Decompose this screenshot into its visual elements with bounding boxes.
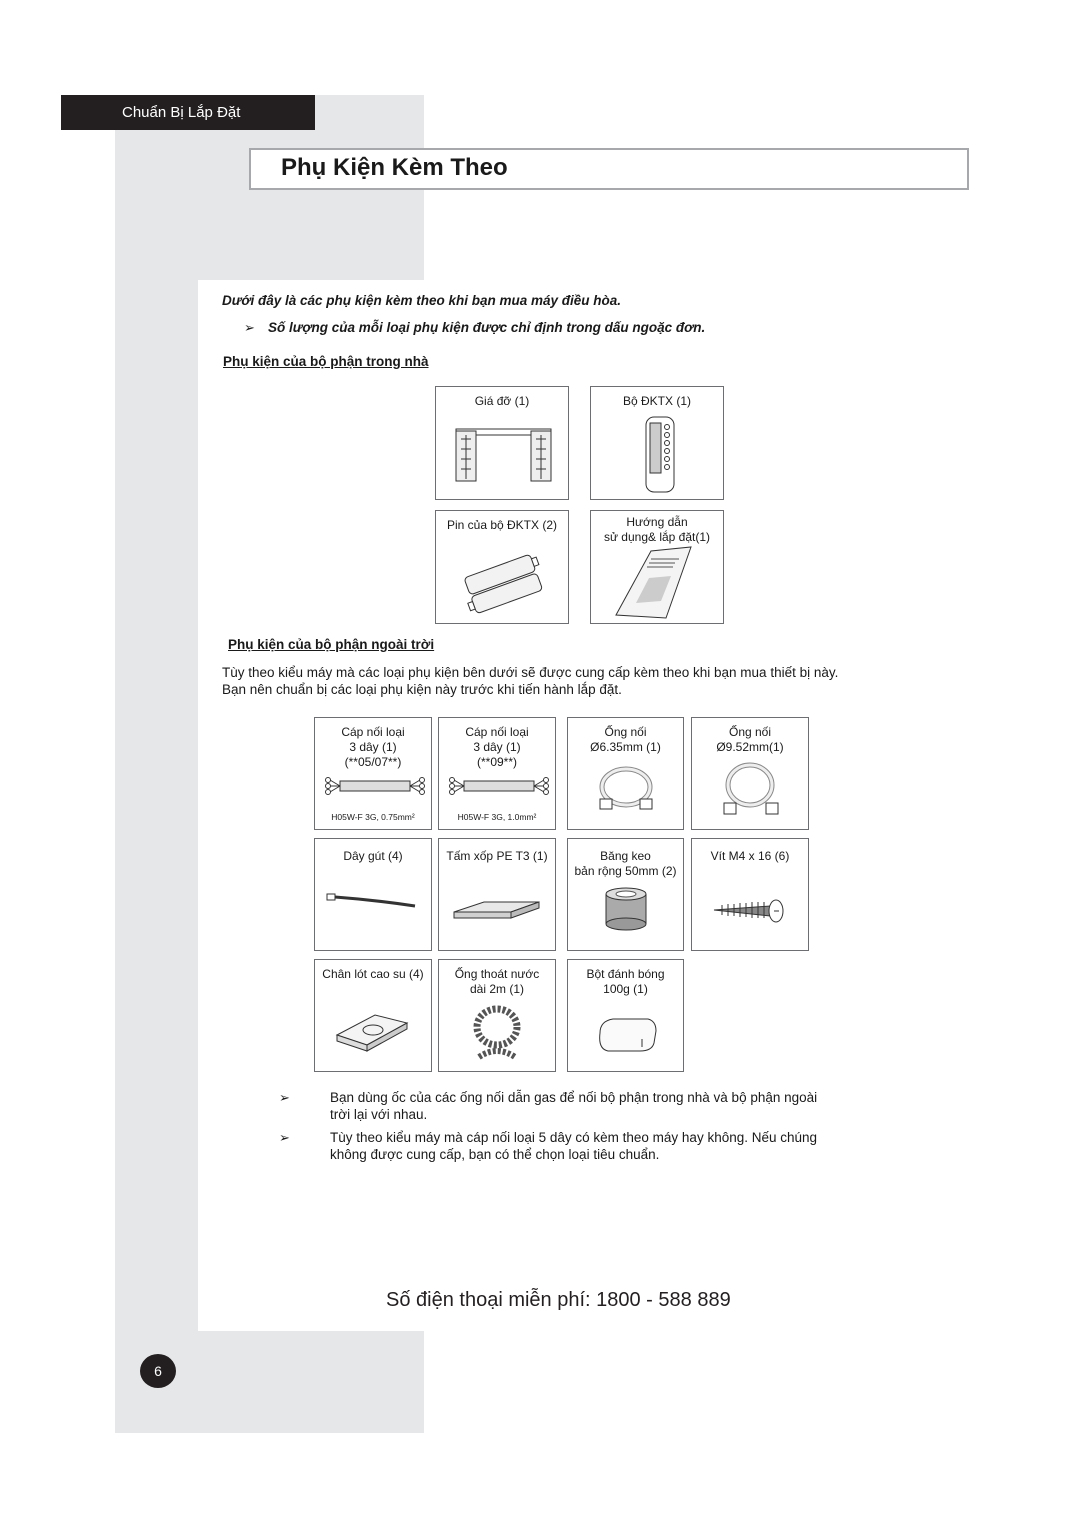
- cable-icon: [449, 777, 549, 795]
- page-number: 6: [140, 1354, 176, 1388]
- section-tab: Chuẩn Bị Lắp Đặt: [61, 95, 315, 130]
- accessory-card: Chân lót cao su (4): [314, 959, 432, 1072]
- note-line: trời lại với nhau.: [330, 1107, 428, 1122]
- manual-icon: [615, 546, 692, 619]
- cable-spec: H05W-F 3G, 0.75mm²: [331, 812, 415, 822]
- note-line: không được cung cấp, bạn có thể chọn loạ…: [330, 1147, 660, 1162]
- accessory-card: Ống nối Ø9.52mm(1): [691, 717, 809, 830]
- outdoor-description-line2: Bạn nên chuẩn bị các loại phụ kiện này t…: [222, 682, 622, 697]
- accessory-card: Dây gút (4): [314, 838, 432, 951]
- page-title-box: Phụ Kiện Kèm Theo: [249, 148, 969, 190]
- accessory-label: Giá đỡ (1): [474, 394, 530, 408]
- note-line: Tùy theo kiểu máy mà cáp nối loại 5 dây …: [330, 1130, 818, 1145]
- accessory-card: Cáp nối loại 3 dây (1) (**09**) H05W-F 3…: [438, 717, 556, 830]
- pipe-icon: [723, 762, 779, 815]
- arrow-bullet-icon: ➢: [279, 1090, 290, 1105]
- cable-spec: H05W-F 3G, 1.0mm²: [457, 812, 537, 822]
- accessory-card: Vít M4 x 16 (6): [691, 838, 809, 951]
- accessory-label: Chân lót cao su (4): [322, 967, 424, 981]
- accessory-card: Cáp nối loại 3 dây (1) (**05/07**) H05W-…: [314, 717, 432, 830]
- arrow-bullet-icon: ➢: [244, 320, 255, 335]
- pipe-icon: [599, 766, 653, 810]
- accessory-label: Bột đánh bóng 100g (1): [586, 967, 665, 996]
- gray-background-strip: [115, 280, 198, 1331]
- accessory-card: Giá đỡ (1): [435, 386, 569, 500]
- accessory-label: Ống thoát nước dài 2m (1): [454, 967, 540, 996]
- batteries-icon: [464, 554, 543, 614]
- note-line: Bạn dùng ốc của các ống nối dẫn gas để n…: [330, 1090, 818, 1105]
- screw-icon: [713, 899, 784, 923]
- indoor-heading: Phụ kiện của bộ phận trong nhà: [223, 354, 429, 369]
- outdoor-description-line1: Tùy theo kiểu máy mà các loại phụ kiện b…: [222, 665, 839, 680]
- accessory-label: Ống nối Ø6.35mm (1): [590, 725, 661, 754]
- accessory-label: Vít M4 x 16 (6): [710, 849, 790, 863]
- tape-roll-icon: [605, 887, 647, 931]
- accessory-label: Bộ ĐKTX (1): [622, 394, 691, 408]
- intro-line: Dưới đây là các phụ kiện kèm theo khi bạ…: [222, 293, 622, 308]
- accessory-label: Pin của bộ ĐKTX (2): [446, 518, 558, 532]
- toll-free-phone: Số điện thoại miễn phí: 1800 - 588 889: [386, 1289, 731, 1311]
- cable-icon: [325, 777, 425, 795]
- accessory-card: Hướng dẫn sử dụng& lắp đặt(1): [590, 510, 724, 624]
- page-title: Phụ Kiện Kèm Theo: [281, 154, 508, 181]
- accessory-card: Bộ ĐKTX (1): [590, 386, 724, 500]
- rubber-foot-icon: [335, 1014, 409, 1052]
- arrow-bullet-icon: ➢: [279, 1130, 290, 1145]
- remote-control-icon: [645, 416, 675, 493]
- accessory-label: Ống nối Ø9.52mm(1): [716, 725, 784, 754]
- outdoor-heading: Phụ kiện của bộ phận ngoài trời: [228, 637, 435, 652]
- putty-icon: [599, 1018, 657, 1052]
- foam-sheet-icon: [453, 901, 540, 919]
- accessory-card: Băng keo bản rộng 50mm (2): [567, 838, 684, 951]
- accessory-label: Băng keo bản rộng 50mm (2): [574, 849, 677, 878]
- accessory-card: Bột đánh bóng 100g (1): [567, 959, 684, 1072]
- cable-tie-icon: [326, 893, 416, 908]
- accessory-card: Ống thoát nước dài 2m (1): [438, 959, 556, 1072]
- drain-hose-icon: [473, 1005, 521, 1060]
- accessory-card: Ống nối Ø6.35mm (1): [567, 717, 684, 830]
- accessory-label: Hướng dẫn sử dụng& lắp đặt(1): [603, 515, 711, 544]
- accessory-label: Tấm xốp PE T3 (1): [446, 849, 548, 863]
- accessory-card: Pin của bộ ĐKTX (2): [435, 510, 569, 624]
- intro-note: Số lượng của mỗi loại phụ kiện được chỉ …: [268, 320, 706, 335]
- bracket-icon: [455, 428, 552, 482]
- accessory-label: Dây gút (4): [343, 849, 403, 863]
- accessory-card: Tấm xốp PE T3 (1): [438, 838, 556, 951]
